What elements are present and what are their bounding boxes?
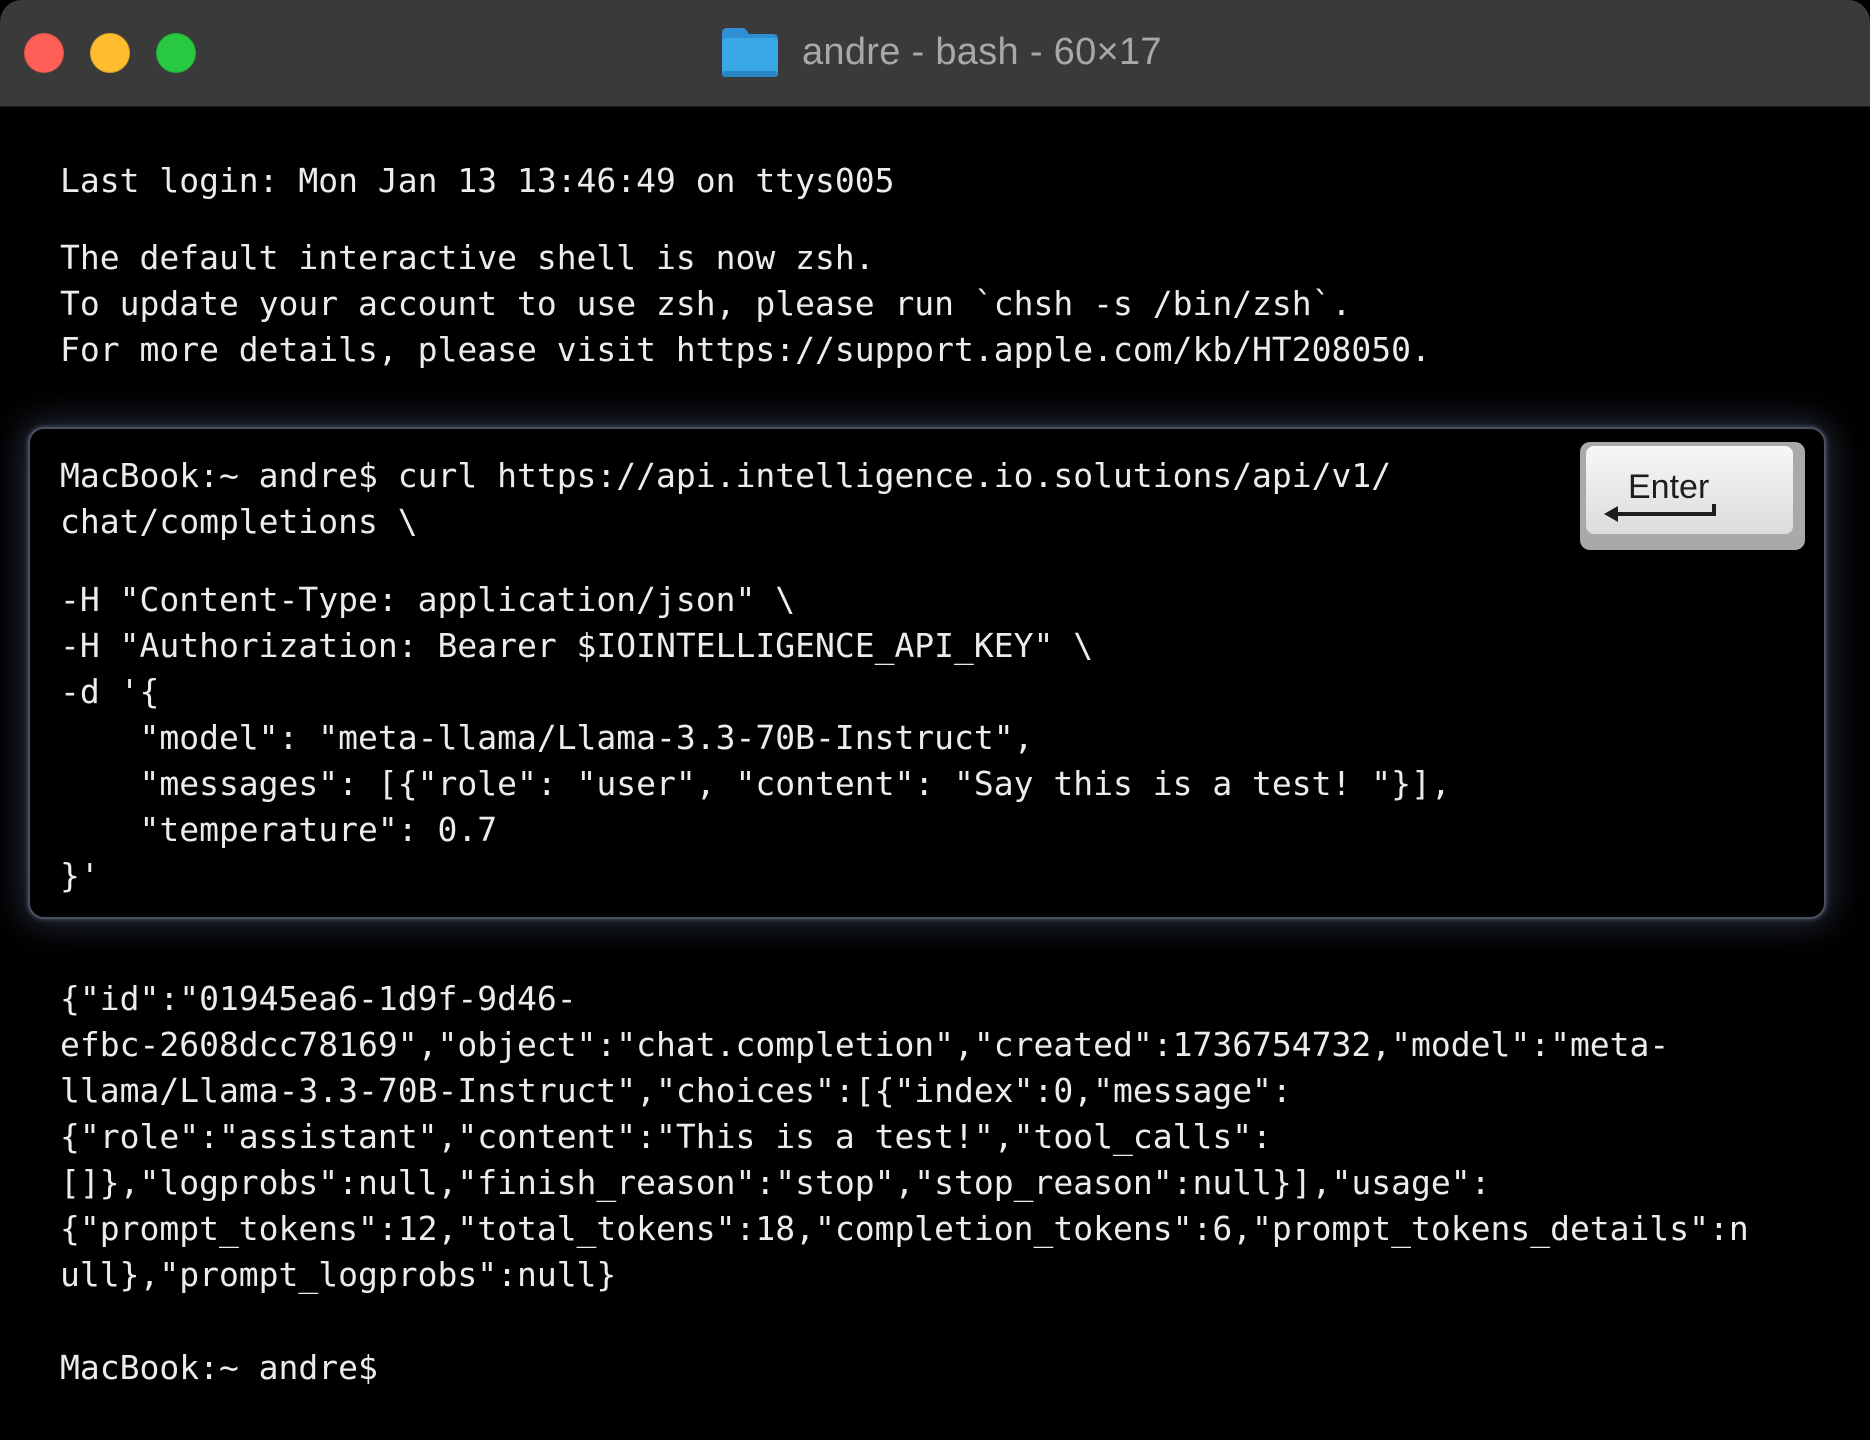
notice-line: To update your account to use zsh, pleas… (60, 284, 1352, 323)
return-arrow-icon (1604, 504, 1716, 522)
close-button[interactable] (24, 33, 64, 73)
response-line: ull},"prompt_logprobs":null} (60, 1255, 617, 1294)
command-arg-line: "model": "meta-llama/Llama-3.3-70B-Instr… (60, 718, 1034, 757)
command-arg-line: -H "Content-Type: application/json" \ (60, 580, 796, 619)
notice-line: The default interactive shell is now zsh… (60, 238, 875, 277)
response-line: []},"logprobs":null,"finish_reason":"sto… (60, 1163, 1491, 1202)
response-line: {"role":"assistant","content":"This is a… (60, 1117, 1272, 1156)
response-line: {"id":"01945ea6-1d9f-9d46- (60, 979, 577, 1018)
terminal-window: andre - bash - 60×17 Last login: Mon Jan… (0, 0, 1870, 1440)
notice-line: For more details, please visit https://s… (60, 330, 1431, 369)
zoom-button[interactable] (156, 33, 196, 73)
window-title: andre - bash - 60×17 (802, 30, 1162, 73)
title-bar[interactable]: andre - bash - 60×17 (0, 0, 1870, 107)
command-arg-line: -d '{ (60, 672, 160, 711)
minimize-button[interactable] (90, 33, 130, 73)
response-line: llama/Llama-3.3-70B-Instruct","choices":… (60, 1071, 1292, 1110)
response-line: efbc-2608dcc78169","object":"chat.comple… (60, 1025, 1670, 1064)
login-line: Last login: Mon Jan 13 13:46:49 on ttys0… (60, 161, 895, 200)
command-arg-line: "temperature": 0.7 (60, 810, 498, 849)
command-line: chat/completions \ (60, 502, 418, 541)
command-arg-line: -H "Authorization: Bearer $IOINTELLIGENC… (60, 626, 1094, 665)
command-arg-line: "messages": [{"role": "user", "content":… (60, 764, 1451, 803)
enter-key-label: Enter (1628, 468, 1710, 506)
enter-key[interactable]: Enter (1580, 442, 1805, 550)
shell-prompt: MacBook:~ andre$ (60, 1348, 378, 1387)
response-line: {"prompt_tokens":12,"total_tokens":18,"c… (60, 1209, 1749, 1248)
folder-icon (720, 25, 780, 79)
command-line: MacBook:~ andre$ curl https://api.intell… (60, 456, 1392, 495)
command-arg-line: }' (60, 856, 100, 895)
window-title-group: andre - bash - 60×17 (720, 22, 1162, 82)
